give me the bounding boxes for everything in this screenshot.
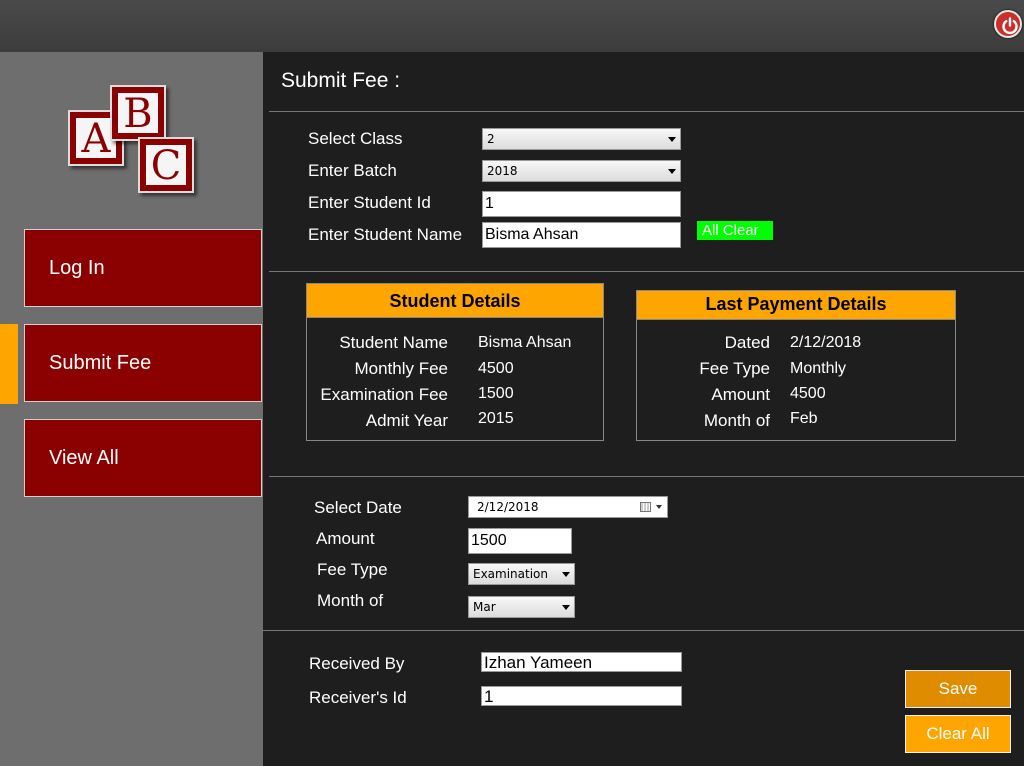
month-select[interactable]: Mar: [468, 596, 575, 618]
divider: [269, 271, 1024, 272]
amount-label: Amount: [316, 529, 375, 548]
date-picker[interactable]: 2/12/2018: [468, 496, 668, 518]
month-select-value: Mar: [473, 600, 496, 614]
power-icon: [1002, 17, 1018, 35]
abc-logo: A B C: [65, 85, 205, 205]
detail-label: Examination Fee: [320, 385, 448, 404]
class-label: Select Class: [308, 129, 403, 148]
payment-label: Fee Type: [699, 359, 770, 378]
divider: [263, 630, 1024, 631]
sidebar-item-label: Log In: [49, 256, 105, 279]
detail-label: Student Name: [339, 333, 448, 352]
chevron-down-icon: [562, 605, 570, 610]
student-id-field[interactable]: 1: [482, 191, 681, 217]
amount-field[interactable]: 1500: [468, 528, 572, 554]
student-name-field[interactable]: Bisma Ahsan: [482, 222, 681, 248]
batch-select[interactable]: 2018: [482, 160, 681, 182]
detail-value: 1500: [478, 385, 514, 402]
sidebar-item-label: Submit Fee: [49, 351, 152, 374]
class-select[interactable]: 2: [482, 128, 681, 150]
detail-value: 2015: [478, 410, 514, 427]
payment-value: Feb: [790, 410, 818, 427]
sidebar-item-label: View All: [49, 446, 119, 469]
payment-label: Amount: [711, 385, 770, 404]
sidebar: A B C: [0, 52, 263, 766]
fee-type-select-value: Examination: [473, 567, 549, 581]
fee-type-label: Fee Type: [317, 560, 388, 579]
batch-label: Enter Batch: [308, 161, 397, 180]
chevron-down-icon[interactable]: [656, 505, 662, 509]
payment-label: Dated: [724, 333, 770, 352]
receiver-id-field[interactable]: 1: [481, 686, 682, 706]
student-id-label: Enter Student Id: [308, 193, 431, 212]
batch-select-value: 2018: [487, 164, 518, 178]
clear-all-button[interactable]: Clear All: [905, 715, 1011, 753]
class-select-value: 2: [487, 132, 495, 146]
received-by-label: Received By: [309, 654, 405, 673]
detail-value: 4500: [478, 360, 514, 377]
main-content: Submit Fee : Select Class 2 Enter Batch …: [263, 52, 1024, 766]
chevron-down-icon: [562, 572, 570, 577]
chevron-down-icon: [668, 137, 676, 142]
divider: [269, 476, 1024, 477]
student-details-title: Student Details: [307, 284, 603, 318]
chevron-down-icon: [668, 169, 676, 174]
last-payment-panel: Last Payment Details Dated 2/12/2018 Fee…: [636, 290, 956, 441]
student-details-panel: Student Details Student Name Bisma Ahsan…: [306, 283, 604, 441]
logo-block-b: B: [110, 85, 166, 141]
divider: [269, 111, 1024, 112]
payment-label: Month of: [703, 411, 770, 430]
sidebar-item-submit-fee[interactable]: Submit Fee: [24, 324, 262, 402]
power-button[interactable]: [994, 10, 1022, 38]
calendar-icon[interactable]: [640, 502, 651, 512]
fee-type-select[interactable]: Examination: [468, 563, 575, 585]
payment-value: 4500: [790, 385, 826, 402]
save-button[interactable]: Save: [905, 670, 1011, 708]
receiver-id-label: Receiver's Id: [309, 688, 407, 707]
date-picker-value: 2/12/2018: [477, 500, 539, 514]
month-label: Month of: [317, 591, 384, 610]
active-nav-indicator: [0, 324, 18, 404]
all-clear-button[interactable]: All Clear: [697, 221, 773, 240]
detail-label: Monthly Fee: [354, 359, 448, 378]
sidebar-item-login[interactable]: Log In: [24, 229, 262, 307]
detail-value: Bisma Ahsan: [478, 334, 572, 351]
payment-value: Monthly: [790, 360, 847, 377]
title-bar: [0, 0, 1024, 52]
received-by-field[interactable]: Izhan Yameen: [481, 652, 682, 672]
page-title: Submit Fee :: [281, 69, 401, 92]
sidebar-item-view-all[interactable]: View All: [24, 419, 262, 497]
logo-block-c: C: [138, 137, 194, 193]
payment-value: 2/12/2018: [790, 334, 862, 351]
last-payment-title: Last Payment Details: [637, 291, 955, 320]
date-label: Select Date: [314, 498, 402, 517]
detail-label: Admit Year: [365, 411, 448, 430]
student-name-label: Enter Student Name: [308, 225, 463, 244]
